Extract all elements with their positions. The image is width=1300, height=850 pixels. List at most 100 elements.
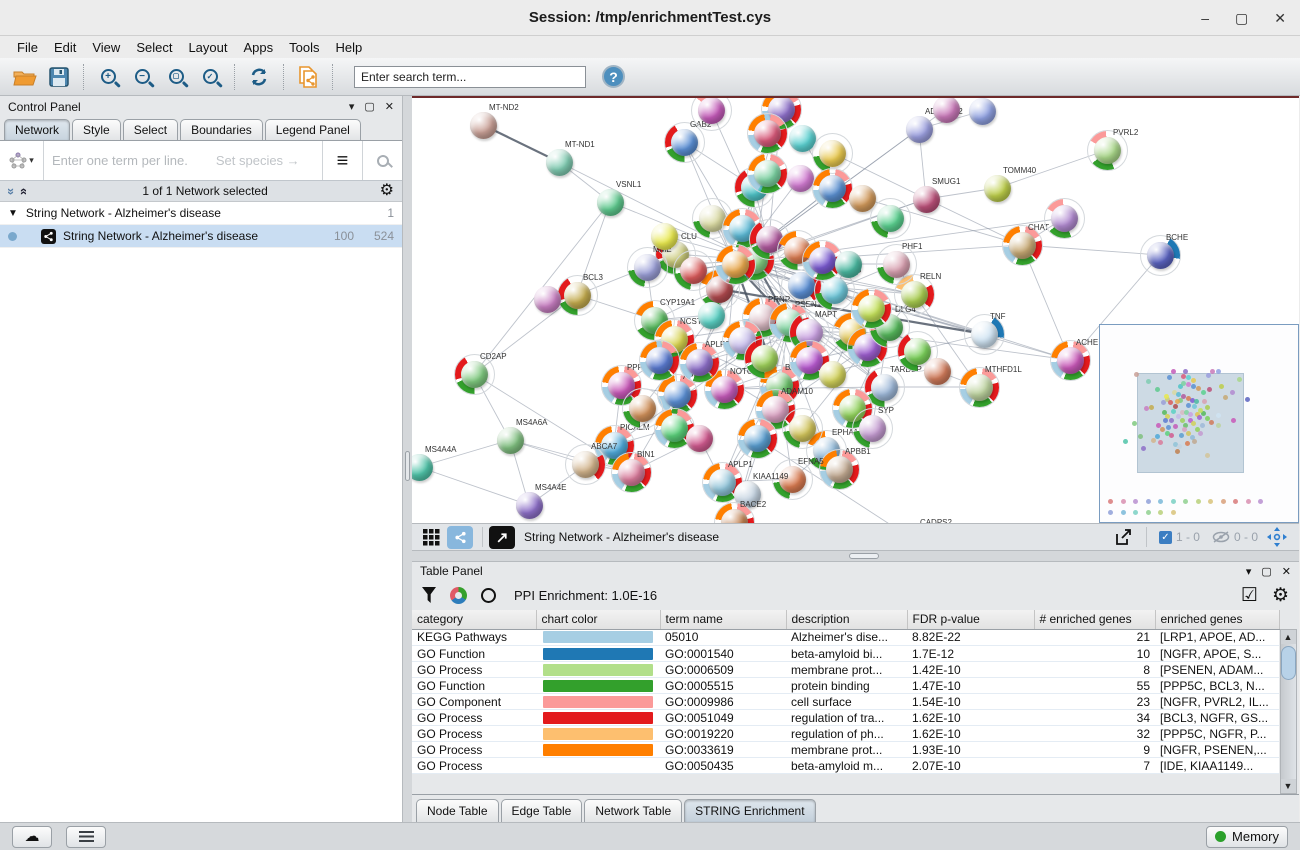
close-button[interactable]: ✕	[1274, 11, 1286, 25]
column-header-enriched-genes[interactable]: enriched genes	[1155, 610, 1279, 629]
scroll-up-icon[interactable]: ▲	[1284, 630, 1293, 644]
birdseye-minimap[interactable]	[1099, 324, 1299, 523]
network-node-aplp1[interactable]: APLP1	[709, 469, 736, 496]
network-collection-row[interactable]: ▼ String Network - Alzheimer's disease 1	[0, 202, 402, 225]
network-node[interactable]	[744, 425, 771, 452]
table-vertical-scrollbar[interactable]: ▲ ▼	[1280, 629, 1297, 794]
tab-select[interactable]: Select	[123, 119, 178, 140]
table-tab-network-table[interactable]: Network Table	[584, 799, 682, 822]
cloud-tasks-button[interactable]: ☁	[12, 826, 52, 848]
network-node[interactable]	[1051, 205, 1078, 232]
network-node[interactable]	[849, 185, 876, 212]
network-node[interactable]	[646, 347, 673, 374]
network-node-bcl3[interactable]: BCL3	[564, 282, 591, 309]
string-view-button[interactable]	[447, 526, 473, 549]
network-node-chat[interactable]: CHAT	[1009, 232, 1036, 259]
float-panel-icon[interactable]: ▢	[364, 100, 374, 113]
open-session-button[interactable]	[9, 62, 41, 92]
table-settings-gear-icon[interactable]: ⚙	[1272, 586, 1289, 605]
help-button[interactable]: ?	[602, 65, 625, 88]
network-node-bche[interactable]: BCHE	[1147, 242, 1174, 269]
hsplitter-handle[interactable]	[849, 553, 879, 559]
table-row[interactable]: GO ProcessGO:0006509membrane prot...1.42…	[412, 662, 1279, 678]
clone-network-button[interactable]	[292, 62, 324, 92]
menu-edit[interactable]: Edit	[47, 38, 83, 57]
table-tab-node-table[interactable]: Node Table	[416, 799, 499, 822]
menu-layout[interactable]: Layout	[181, 38, 234, 57]
network-node-gab2[interactable]: GAB2	[671, 129, 698, 156]
network-node-abca7[interactable]: ABCA7	[572, 451, 599, 478]
column-header-fdr-p-value[interactable]: FDR p-value	[907, 610, 1034, 629]
table-row[interactable]: KEGG Pathways05010Alzheimer's dise...8.8…	[412, 630, 1279, 646]
table-panel-menu-icon[interactable]: ▾	[1246, 565, 1252, 578]
memory-button[interactable]: Memory	[1206, 826, 1288, 848]
network-node[interactable]	[858, 295, 885, 322]
network-node-vsnl1[interactable]: VSNL1	[597, 189, 624, 216]
network-node-ms4a4a[interactable]: MS4A4A	[412, 454, 433, 481]
expand-all-icon[interactable]: »	[15, 187, 30, 194]
string-source-dropdown[interactable]: ▾	[0, 141, 44, 180]
network-node[interactable]	[877, 205, 904, 232]
menu-help[interactable]: Help	[329, 38, 370, 57]
network-node-smug1[interactable]: SMUG1	[913, 186, 940, 213]
network-node-apbb1[interactable]: APBB1	[826, 456, 853, 483]
select-rows-checkbox-icon[interactable]: ☑	[1241, 586, 1258, 605]
menu-file[interactable]: File	[10, 38, 45, 57]
table-float-icon[interactable]: ▢	[1261, 565, 1271, 578]
menu-view[interactable]: View	[85, 38, 127, 57]
network-node[interactable]	[904, 338, 931, 365]
table-close-icon[interactable]: ✕	[1282, 565, 1291, 578]
splitter-handle[interactable]	[405, 451, 410, 481]
pan-tool-button[interactable]	[1264, 526, 1290, 549]
table-row[interactable]: GO ComponentGO:0009986cell surface1.54E-…	[412, 694, 1279, 710]
menu-apps[interactable]: Apps	[237, 38, 281, 57]
network-node[interactable]	[809, 247, 836, 274]
table-row[interactable]: GO ProcessGO:0019220regulation of ph...1…	[412, 726, 1279, 742]
table-tab-string-enrichment[interactable]: STRING Enrichment	[684, 799, 815, 822]
birdseye-toggle-button[interactable]	[489, 526, 515, 549]
network-options-gear-icon[interactable]: ⚙	[380, 183, 394, 199]
ring-chart-icon[interactable]	[481, 588, 496, 603]
tab-network[interactable]: Network	[4, 119, 70, 140]
network-node[interactable]	[969, 98, 996, 125]
network-node-bace2[interactable]: BACE2	[721, 509, 748, 524]
network-node-aplp2[interactable]: APLP2	[686, 349, 713, 376]
network-node-reln[interactable]: RELN	[901, 281, 928, 308]
network-node[interactable]	[661, 415, 688, 442]
network-node[interactable]	[751, 345, 778, 372]
table-row[interactable]: GO ProcessGO:0051049regulation of tra...…	[412, 710, 1279, 726]
network-node-ache[interactable]: ACHE	[1057, 347, 1084, 374]
collection-expand-icon[interactable]: ▼	[8, 208, 18, 219]
network-node[interactable]	[933, 96, 960, 123]
string-search-button[interactable]	[362, 141, 402, 180]
network-node-ms4a4e[interactable]: MS4A4E	[516, 492, 543, 519]
grid-view-button[interactable]	[418, 526, 444, 549]
save-session-button[interactable]	[43, 62, 75, 92]
tab-style[interactable]: Style	[72, 119, 121, 140]
scroll-down-icon[interactable]: ▼	[1284, 779, 1293, 793]
network-node-gfap[interactable]: GFAP	[821, 277, 848, 304]
tab-boundaries[interactable]: Boundaries	[180, 119, 263, 140]
filter-icon[interactable]	[422, 587, 436, 603]
network-node[interactable]	[754, 160, 781, 187]
zoom-in-button[interactable]: +	[92, 62, 124, 92]
column-header-term-name[interactable]: term name	[660, 610, 786, 629]
network-node[interactable]	[698, 302, 725, 329]
network-node-mthfd1l[interactable]: MTHFD1L	[966, 374, 993, 401]
network-node[interactable]	[629, 395, 656, 422]
network-node[interactable]	[796, 347, 823, 374]
network-node-syp[interactable]: SYP	[859, 415, 886, 442]
network-node-ms4a6a[interactable]: MS4A6A	[497, 427, 524, 454]
network-node[interactable]	[789, 415, 816, 442]
network-node[interactable]	[651, 223, 678, 250]
minimize-button[interactable]: –	[1201, 11, 1209, 25]
network-node-notch1[interactable]: NOTCH1	[711, 376, 738, 403]
network-node-aph1a[interactable]: APH1A	[664, 381, 691, 408]
network-node[interactable]	[819, 361, 846, 388]
network-node[interactable]	[534, 286, 561, 313]
column-header-description[interactable]: description	[786, 610, 907, 629]
search-input[interactable]	[354, 66, 586, 88]
menu-select[interactable]: Select	[129, 38, 179, 57]
panel-menu-icon[interactable]: ▾	[349, 100, 355, 113]
network-node[interactable]	[686, 425, 713, 452]
